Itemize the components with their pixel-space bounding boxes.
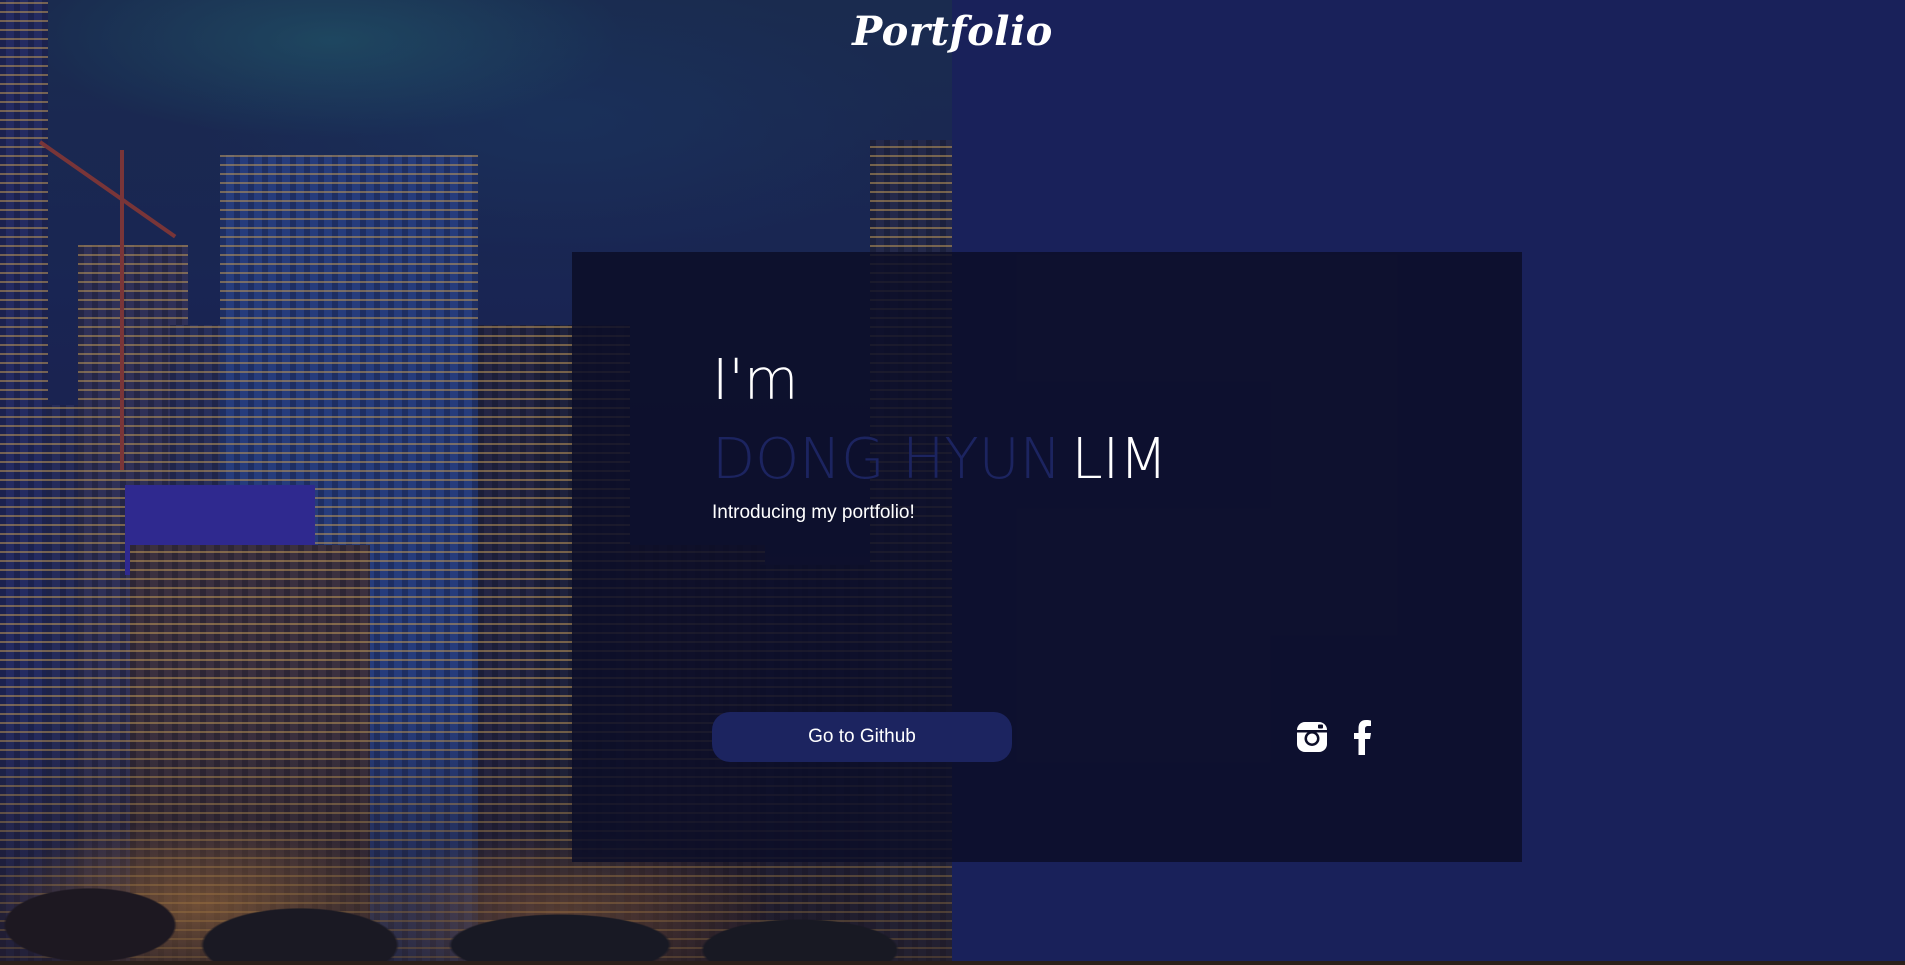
first-name: DONG HYUN bbox=[712, 427, 1062, 492]
greeting-text: I'm bbox=[712, 348, 799, 413]
github-button[interactable]: Go to Github bbox=[712, 712, 1012, 762]
facebook-link[interactable] bbox=[1344, 718, 1380, 756]
portfolio-page: Portfolio I'm DONG HYUN LIM Introducing m… bbox=[0, 0, 1905, 965]
last-name: LIM bbox=[1071, 427, 1168, 492]
bottom-edge bbox=[0, 961, 1905, 965]
name-heading: DONG HYUN LIM bbox=[712, 427, 1168, 492]
tagline: Introducing my portfolio! bbox=[712, 502, 915, 523]
brand-logo[interactable]: Portfolio bbox=[0, 8, 1905, 55]
instagram-link[interactable] bbox=[1294, 718, 1330, 756]
intro-card: I'm DONG HYUN LIM Introducing my portfoli… bbox=[572, 252, 1522, 862]
facebook-icon bbox=[1354, 720, 1371, 755]
instagram-icon bbox=[1297, 722, 1327, 752]
